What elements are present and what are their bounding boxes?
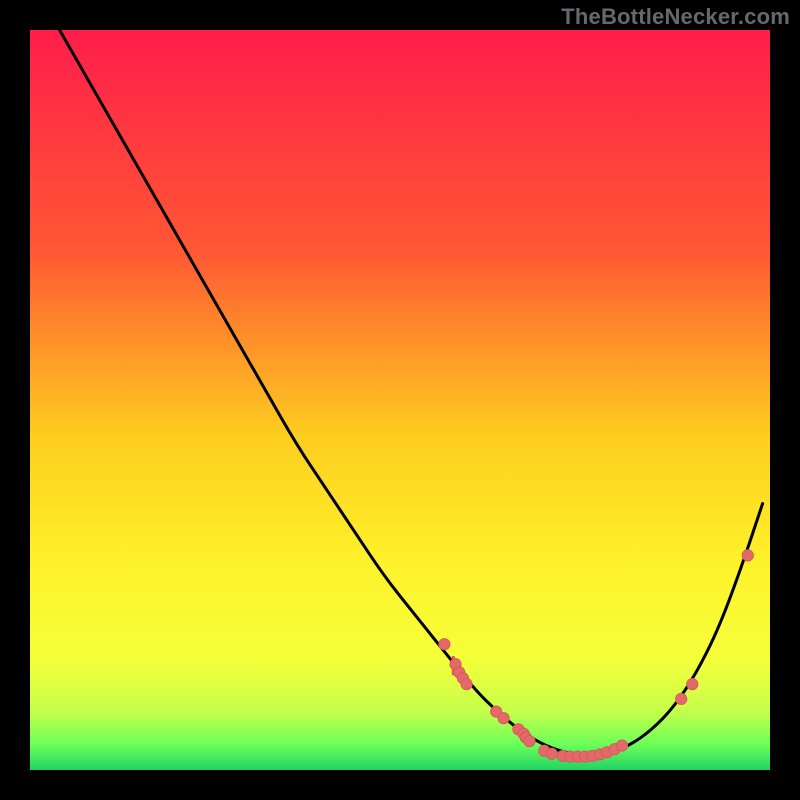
- data-marker: [676, 693, 687, 704]
- data-marker: [498, 713, 509, 724]
- plot-area: [30, 30, 770, 770]
- data-marker: [439, 639, 450, 650]
- data-marker: [616, 740, 627, 751]
- watermark-text: TheBottleNecker.com: [561, 4, 790, 30]
- chart-svg: [30, 30, 770, 770]
- data-marker: [461, 679, 472, 690]
- data-marker: [524, 736, 535, 747]
- data-marker: [546, 748, 557, 759]
- data-marker: [687, 679, 698, 690]
- chart-container: TheBottleNecker.com: [0, 0, 800, 800]
- gradient-background: [30, 30, 770, 770]
- data-marker: [742, 550, 753, 561]
